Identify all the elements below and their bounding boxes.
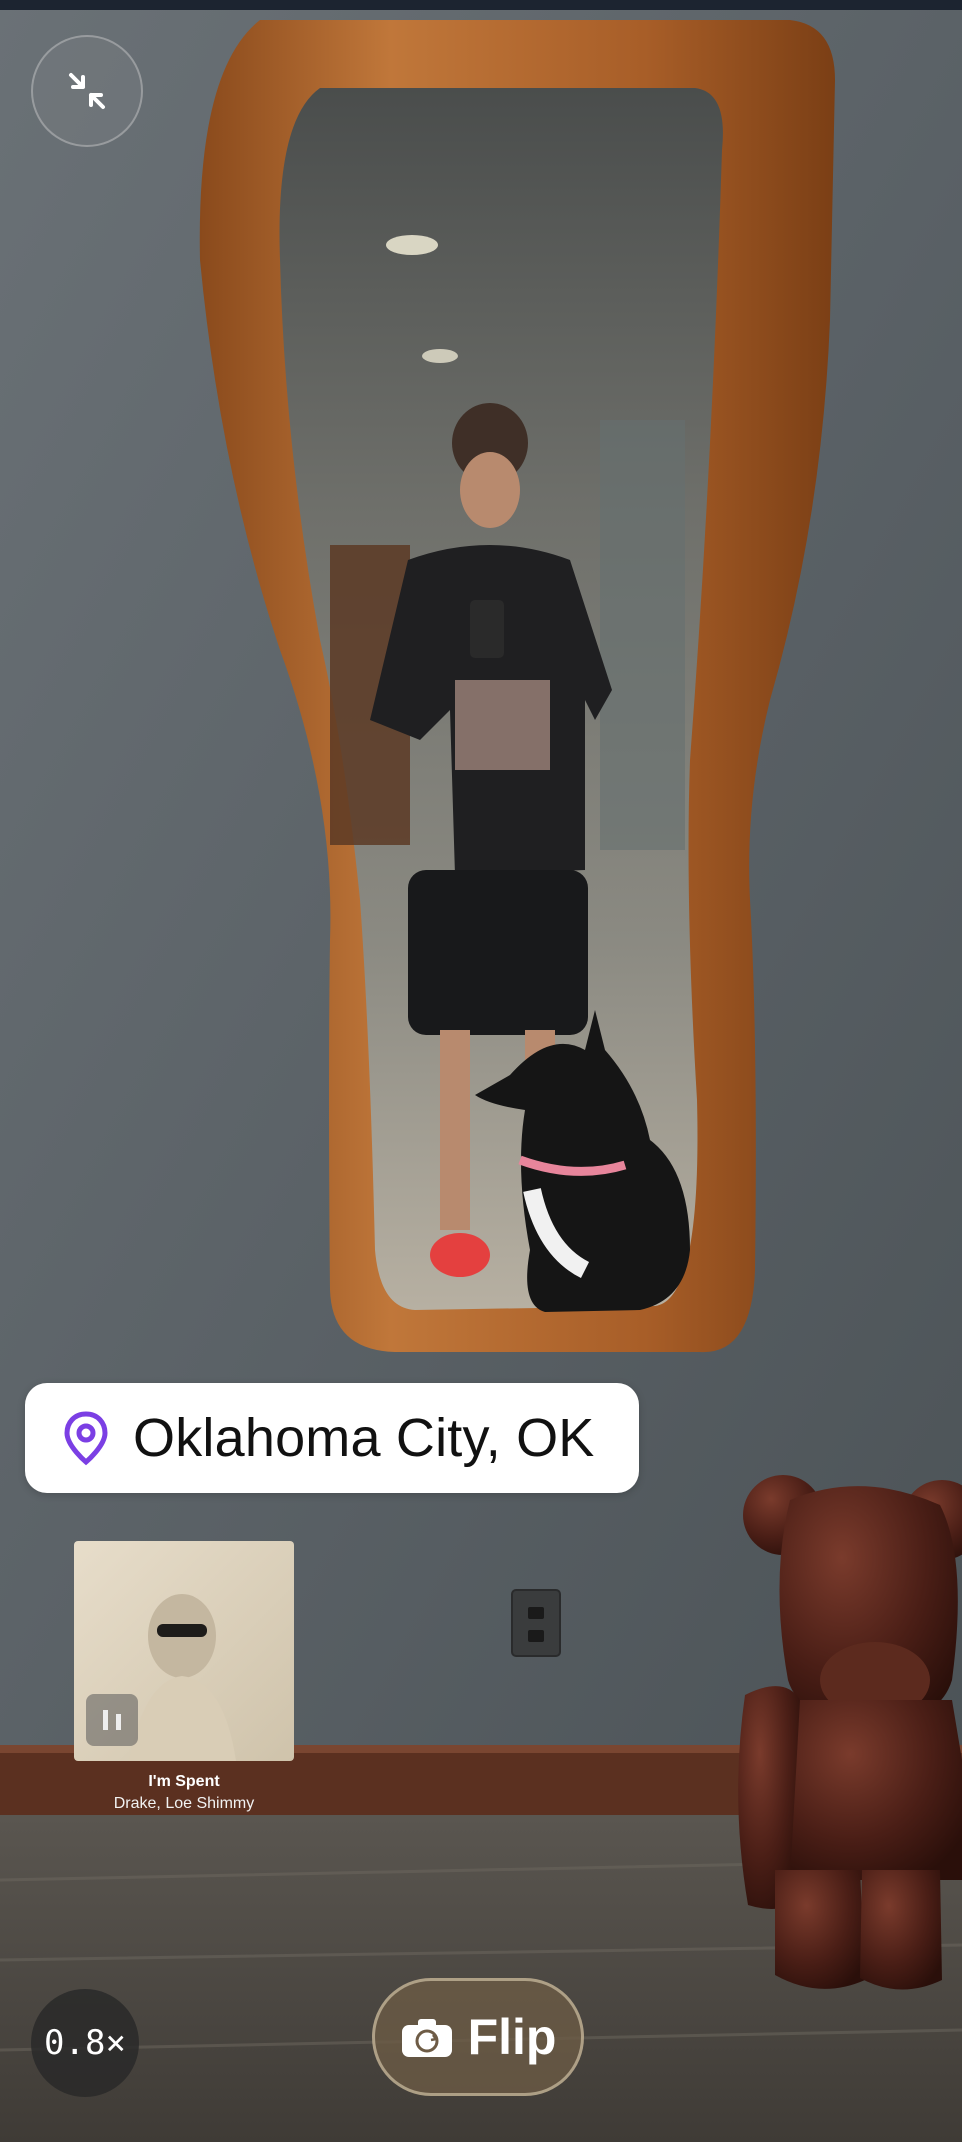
- camera-flip-icon: [401, 2019, 452, 2057]
- collapse-arrows-icon: [69, 73, 105, 109]
- status-bar-strip: [0, 0, 962, 10]
- music-artist: Drake, Loe Shimmy: [113, 1795, 255, 1812]
- music-album-art[interactable]: [74, 1541, 294, 1761]
- flip-label: Flip: [467, 2009, 557, 2065]
- flip-camera-button[interactable]: Flip: [372, 1978, 584, 2096]
- collapse-button[interactable]: [31, 35, 143, 147]
- pause-bars-icon: [103, 1710, 121, 1730]
- location-label: Oklahoma City, OK: [133, 1408, 595, 1468]
- location-sticker[interactable]: Oklahoma City, OK: [25, 1383, 639, 1493]
- pause-icon[interactable]: [86, 1694, 138, 1746]
- map-pin-icon: [64, 1411, 108, 1466]
- music-title: I'm Spent: [148, 1773, 220, 1790]
- camera-preview: [0, 0, 962, 2142]
- zoom-button[interactable]: 0.8×: [31, 1989, 139, 2097]
